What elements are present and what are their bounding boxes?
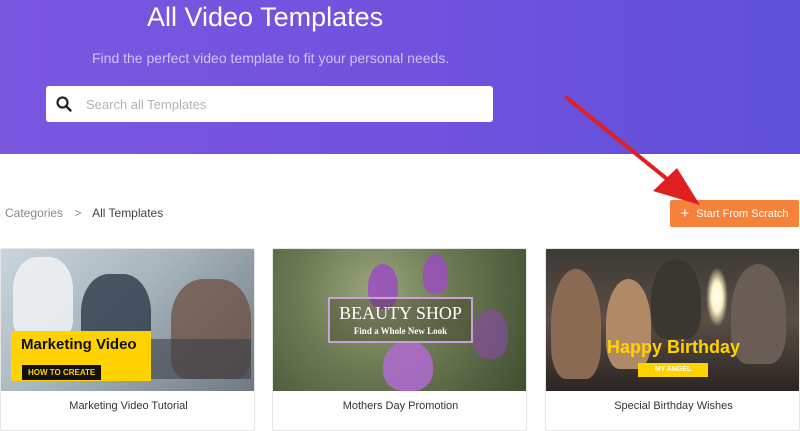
thumbnail-title: Marketing Video (21, 336, 137, 353)
flower-shape (383, 341, 433, 391)
template-card-title[interactable]: Special Birthday Wishes (546, 400, 799, 412)
search-bar[interactable] (46, 86, 493, 122)
thumbnail-title: BEAUTY SHOP (339, 303, 462, 323)
page-subtitle: Find the perfect video template to fit y… (92, 50, 450, 66)
breadcrumb-categories-link[interactable]: Categories (5, 206, 63, 220)
flower-shape (473, 309, 508, 359)
person-shape (13, 257, 73, 337)
template-card-birthday[interactable]: Happy Birthday MY ANGEL Special Birthday… (545, 248, 800, 431)
breadcrumb-current: All Templates (92, 206, 164, 220)
person-shape (651, 259, 701, 339)
template-thumbnail[interactable]: Happy Birthday MY ANGEL (546, 249, 799, 391)
thumbnail-title: Happy Birthday (606, 337, 741, 357)
thumbnail-subtitle: MY ANGEL (638, 363, 708, 377)
search-icon[interactable] (55, 95, 73, 113)
start-from-scratch-button[interactable]: + Start From Scratch (670, 200, 799, 227)
breadcrumb-separator: > (74, 206, 82, 220)
flower-shape (423, 254, 448, 294)
plus-icon: + (680, 204, 690, 222)
template-thumbnail[interactable]: Marketing Video HOW TO CREATE (1, 249, 254, 391)
page-title: All Video Templates (147, 2, 384, 32)
start-from-scratch-label: Start From Scratch (696, 207, 789, 220)
template-card-title[interactable]: Mothers Day Promotion (273, 400, 526, 412)
template-card-marketing[interactable]: Marketing Video HOW TO CREATE Marketing … (0, 248, 255, 431)
template-card-mothers-day[interactable]: BEAUTY SHOP Find a Whole New Look Mother… (272, 248, 527, 431)
thumbnail-subtitle: Find a Whole New Look (353, 326, 448, 336)
sparkler-shape (706, 267, 728, 327)
thumbnail-label-box: BEAUTY SHOP Find a Whole New Look (328, 297, 473, 343)
breadcrumb: Categories > All Templates (5, 206, 163, 220)
laptop-shape (151, 339, 251, 379)
thumbnail-subtitle: HOW TO CREATE (22, 365, 102, 380)
person-shape (551, 269, 601, 379)
hero-banner: All Video Templates Find the perfect vid… (0, 0, 800, 154)
template-card-title[interactable]: Marketing Video Tutorial (1, 400, 254, 412)
search-input[interactable] (86, 86, 486, 122)
template-thumbnail[interactable]: BEAUTY SHOP Find a Whole New Look (273, 249, 526, 391)
thumbnail-label-box: Marketing Video HOW TO CREATE (11, 331, 151, 381)
